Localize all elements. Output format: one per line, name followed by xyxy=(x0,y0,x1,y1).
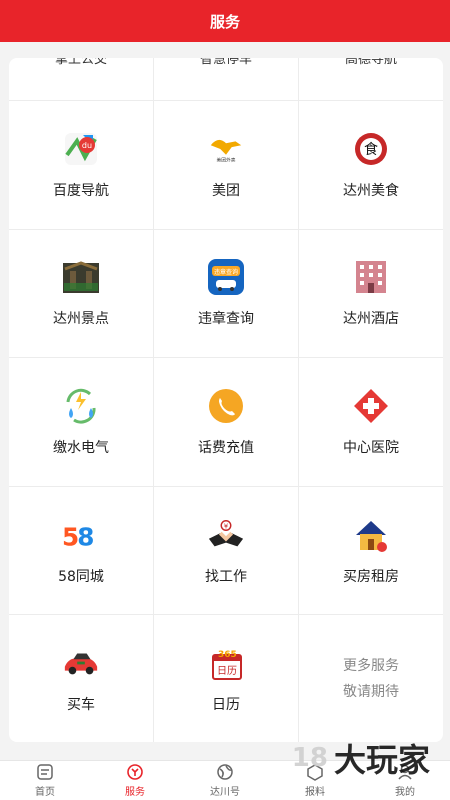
service-violation[interactable]: 违章查询 违章查询 xyxy=(154,229,299,358)
service-phone-topup[interactable]: 话费充值 xyxy=(154,358,299,486)
service-label: 达州美食 xyxy=(343,182,399,199)
service-label: 违章查询 xyxy=(198,311,254,328)
service-label: 买车 xyxy=(67,697,95,714)
service-meituan[interactable]: 美团外卖 美团 xyxy=(154,101,299,229)
service-hotel[interactable]: 达州酒店 xyxy=(299,230,443,358)
services-grid: du 百度导航 美团外卖 美团 食 达州美食 达州景点 违章查询 违章查询 达州… xyxy=(9,100,443,742)
service-58[interactable]: 58 58同城 xyxy=(9,486,154,615)
service-icon xyxy=(127,764,143,780)
grid-row: 58 58同城 ¥ 找工作 买房租房 xyxy=(9,485,443,615)
svg-text:365: 365 xyxy=(218,650,237,660)
hotel-icon xyxy=(352,258,390,296)
job-icon: ¥ xyxy=(207,516,245,554)
service-hospital[interactable]: 中心医院 xyxy=(299,358,443,486)
service-utilities[interactable]: 缴水电气 xyxy=(9,358,154,486)
car-icon xyxy=(62,644,100,682)
more-services-text: 更多服务 敬请期待 xyxy=(343,658,399,701)
service-label: 达州景点 xyxy=(53,311,109,328)
service-label: 58同城 xyxy=(58,568,104,585)
grid-row: du 百度导航 美团外卖 美团 食 达州美食 xyxy=(9,100,443,229)
service-label: 中心医院 xyxy=(343,439,399,456)
globe-icon xyxy=(217,764,233,780)
hospital-icon xyxy=(352,387,390,425)
service-house[interactable]: 买房租房 xyxy=(299,487,443,615)
partial-row: 掌上公交 智慧停车 高德导航 xyxy=(9,58,443,100)
service-car[interactable]: 买车 xyxy=(9,615,154,742)
scenic-icon xyxy=(62,258,100,296)
baidu-map-icon: du xyxy=(62,130,100,168)
service-label: 话费充值 xyxy=(198,439,254,456)
page-title: 服务 xyxy=(209,12,240,31)
service-parking[interactable]: 智慧停车 xyxy=(154,58,299,100)
tab-dachuan[interactable]: 达川号 xyxy=(180,761,270,800)
service-scenic[interactable]: 达州景点 xyxy=(9,229,154,358)
service-bus[interactable]: 掌上公交 xyxy=(9,58,154,100)
grid-row: 达州景点 违章查询 违章查询 达州酒店 xyxy=(9,228,443,358)
58-icon: 58 xyxy=(62,516,100,554)
svg-text:du: du xyxy=(82,141,92,150)
service-food[interactable]: 食 达州美食 xyxy=(299,101,443,229)
service-baidu-navi[interactable]: du 百度导航 xyxy=(9,101,154,229)
service-amap[interactable]: 高德导航 xyxy=(299,58,443,100)
traffic-violation-icon: 违章查询 xyxy=(207,258,245,296)
svg-text:¥: ¥ xyxy=(224,522,228,530)
svg-text:8: 8 xyxy=(77,522,94,550)
meituan-icon: 美团外卖 xyxy=(207,130,245,168)
service-label: 日历 xyxy=(212,697,240,714)
tab-home[interactable]: 首页 xyxy=(0,761,90,800)
service-label: 美团 xyxy=(212,182,240,199)
svg-text:违章查询: 违章查询 xyxy=(214,268,238,276)
grid-row: 缴水电气 话费充值 中心医院 xyxy=(9,357,443,486)
food-icon: 食 xyxy=(352,130,390,168)
svg-text:日历: 日历 xyxy=(217,665,237,677)
watermark-logo: 18 大玩家 xyxy=(291,741,430,779)
service-label: 缴水电气 xyxy=(53,439,109,456)
tab-service[interactable]: 服务 xyxy=(90,761,180,800)
house-icon xyxy=(352,516,390,554)
utilities-icon xyxy=(62,387,100,425)
service-job[interactable]: ¥ 找工作 xyxy=(154,486,299,615)
service-label: 达州酒店 xyxy=(343,311,399,328)
service-label: 买房租房 xyxy=(343,568,399,585)
grid-row: 买车 365 日历 日历 更多服务 敬请期待 xyxy=(9,614,443,742)
svg-text:食: 食 xyxy=(364,141,378,158)
header: 服务 xyxy=(0,0,450,42)
phone-icon xyxy=(207,387,245,425)
home-icon xyxy=(37,764,53,780)
service-label: 找工作 xyxy=(205,568,247,585)
services-card: 掌上公交 智慧停车 高德导航 du 百度导航 美团外卖 美团 食 达州美食 达州… xyxy=(9,58,443,742)
service-more: 更多服务 敬请期待 xyxy=(299,615,443,742)
calendar-icon: 365 日历 xyxy=(207,644,245,682)
service-calendar[interactable]: 365 日历 日历 xyxy=(154,615,299,742)
service-label: 百度导航 xyxy=(53,182,109,199)
